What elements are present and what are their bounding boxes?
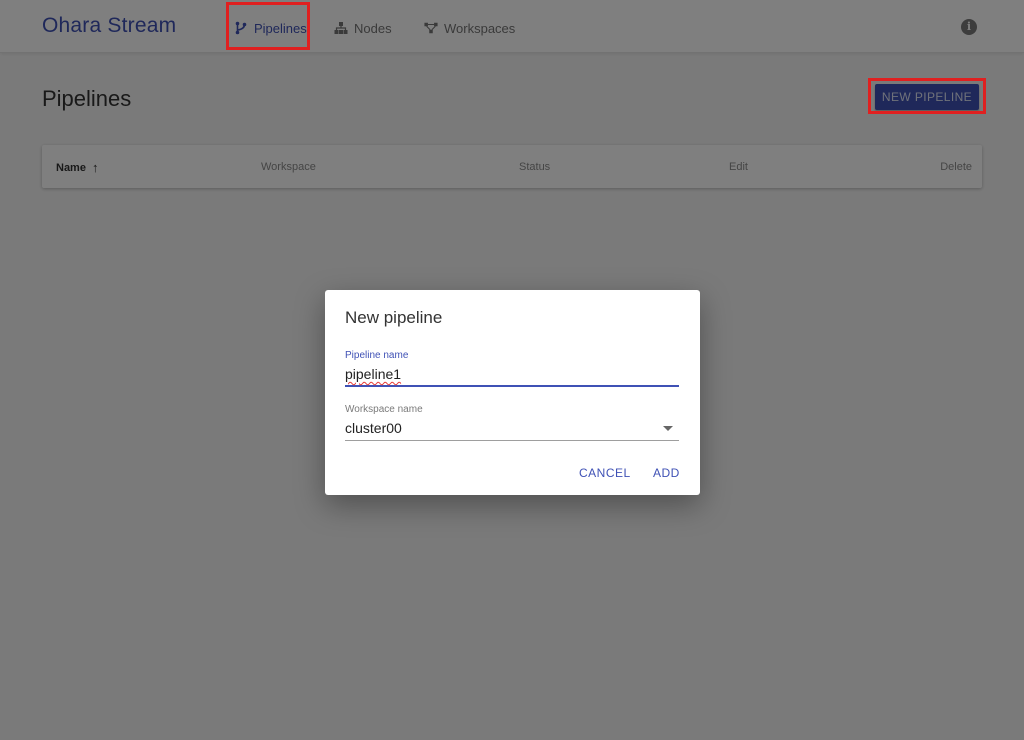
add-button[interactable]: ADD — [653, 466, 680, 480]
annotation-highlight-nav — [226, 2, 310, 50]
select-underline — [345, 440, 679, 441]
pipeline-name-value: pipeline1 — [345, 366, 402, 382]
input-underline — [345, 385, 679, 387]
pipeline-name-label: Pipeline name — [345, 350, 409, 361]
pipeline-name-input[interactable]: pipeline1 — [345, 364, 679, 384]
workspace-name-select[interactable]: cluster00 — [345, 418, 679, 438]
annotation-highlight-button — [868, 78, 986, 114]
workspace-name-field: Workspace name cluster00 — [345, 404, 679, 441]
dialog-title: New pipeline — [345, 308, 443, 327]
workspace-name-label: Workspace name — [345, 404, 423, 415]
cancel-button[interactable]: CANCEL — [579, 466, 631, 480]
workspace-name-value: cluster00 — [345, 420, 402, 436]
chevron-down-icon — [663, 426, 673, 431]
pipeline-name-field: Pipeline name pipeline1 — [345, 350, 679, 387]
new-pipeline-dialog: New pipeline Pipeline name pipeline1 Wor… — [325, 290, 700, 495]
